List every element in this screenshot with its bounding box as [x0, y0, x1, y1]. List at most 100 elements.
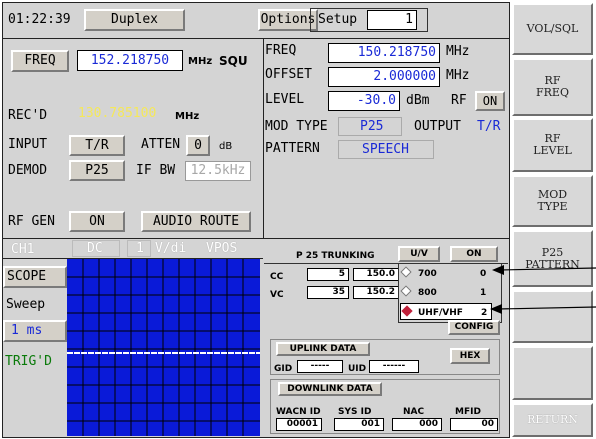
offset-unit: MHz: [446, 68, 470, 83]
offset-field[interactable]: 2.000000: [328, 67, 440, 87]
sysid-field[interactable]: 001: [334, 418, 384, 431]
softkey-label-line2: PATTERN: [525, 257, 580, 271]
mfid-field[interactable]: 00: [450, 418, 498, 431]
header-bar: [3, 3, 509, 39]
scope-vdiv-unit: V/di: [155, 241, 187, 256]
level-unit: dBm: [406, 93, 430, 108]
cc-channel-field[interactable]: 5: [307, 268, 349, 281]
scope-coupling: DC: [87, 241, 103, 256]
band-option-uhfvhf[interactable]: UHF/VHF 2: [400, 303, 492, 320]
atten-button[interactable]: 0: [186, 135, 210, 156]
softkey-blank-2[interactable]: [512, 346, 593, 400]
nac-label: NAC: [403, 407, 425, 417]
softkey-label-line2: TYPE: [537, 200, 568, 213]
input-button[interactable]: T/R: [69, 135, 125, 156]
gen-freq-label: FREQ: [265, 43, 297, 58]
radio-unselected-icon: [400, 285, 412, 297]
rf-label: RF: [451, 93, 467, 108]
band-option-label: 700: [418, 269, 437, 279]
softkey-blank-1[interactable]: [512, 290, 593, 343]
scope-channel[interactable]: CH1: [11, 243, 34, 257]
squelch-label: SQU: [219, 54, 248, 68]
wacn-label: WACN ID: [276, 407, 321, 417]
softkey-label-line2: FREQ: [536, 86, 569, 99]
pattern-value: SPEECH: [362, 142, 409, 157]
radio-selected-icon: [401, 305, 413, 317]
duplex-tab[interactable]: Duplex: [84, 9, 185, 31]
wacn-field[interactable]: 00001: [276, 418, 322, 431]
recd-label: REC'D: [8, 108, 48, 123]
scope-vdiv-value: 1: [136, 241, 144, 256]
recd-value: 130.785100: [78, 106, 157, 121]
softkey-return[interactable]: RETURN: [512, 403, 593, 437]
ifbw-field[interactable]: 12.5kHz: [185, 161, 251, 181]
scope-vpos[interactable]: VPOS: [206, 242, 237, 256]
sweep-button[interactable]: 1 ms: [3, 320, 67, 342]
vc-channel-field[interactable]: 35: [307, 286, 349, 299]
band-option-label: UHF/VHF: [418, 308, 463, 318]
trig-status: TRIG'D: [5, 354, 52, 369]
receiver-freq-field[interactable]: 152.218750: [77, 50, 183, 71]
mfid-label: MFID: [455, 407, 481, 417]
receiver-freq-unit: MHz: [188, 56, 213, 67]
softkey-label: RETURN: [527, 413, 578, 426]
scope-display: [67, 259, 260, 436]
sysid-label: SYS ID: [338, 407, 372, 417]
rfgen-label: RF GEN: [8, 214, 55, 229]
atten-unit: dB: [219, 141, 233, 152]
softkey-label-line2: LEVEL: [533, 144, 572, 157]
softkey-mod-type[interactable]: MOD TYPE: [512, 175, 593, 227]
gid-label: GID: [274, 364, 293, 374]
softkey-rf-level[interactable]: RF LEVEL: [512, 118, 593, 172]
level-label: LEVEL: [265, 92, 305, 107]
freq-button[interactable]: FREQ: [11, 50, 69, 72]
gen-freq-field[interactable]: 150.218750: [328, 43, 440, 63]
scope-grid: [67, 259, 260, 436]
softkey-p25-pattern[interactable]: P25 PATTERN: [512, 230, 593, 287]
softkey-label-line1: P25: [541, 245, 564, 259]
band-button[interactable]: U/V: [398, 246, 440, 262]
panel-divider-vertical: [263, 39, 264, 238]
softkey-vol-sql[interactable]: VOL/SQL: [512, 3, 593, 55]
setup-field[interactable]: 1: [367, 10, 417, 30]
modtype-value: P25: [360, 119, 384, 134]
ifbw-label: IF BW: [136, 163, 176, 178]
uplink-title: UPLINK DATA: [276, 342, 370, 356]
atten-label: ATTEN: [141, 137, 181, 152]
radio-unselected-icon: [400, 266, 412, 278]
nac-field[interactable]: 000: [392, 418, 442, 431]
band-option-800[interactable]: 800 1: [400, 284, 500, 301]
rfgen-button[interactable]: ON: [69, 211, 125, 232]
uid-field[interactable]: ------: [369, 360, 419, 373]
cc-freq-field[interactable]: 150.0: [353, 268, 399, 281]
softkey-rf-freq[interactable]: RF FREQ: [512, 58, 593, 116]
audio-route-button[interactable]: AUDIO ROUTE: [141, 211, 251, 232]
config-button[interactable]: CONFIG: [448, 320, 500, 335]
input-label: INPUT: [8, 137, 48, 152]
options-menu[interactable]: Options: [258, 9, 318, 31]
band-option-index: 1: [480, 288, 487, 298]
band-option-700[interactable]: 700 0: [400, 265, 500, 282]
sweep-label: Sweep: [6, 297, 46, 312]
cc-label: CC: [270, 272, 284, 282]
rf-on-button[interactable]: ON: [475, 91, 505, 111]
trunking-title: P 25 TRUNKING: [296, 251, 375, 261]
gid-field[interactable]: -----: [297, 360, 343, 373]
downlink-title: DOWNLINK DATA: [278, 382, 382, 396]
softkey-label: VOL/SQL: [526, 22, 579, 35]
demod-button[interactable]: P25: [69, 160, 125, 181]
gen-freq-unit: MHz: [446, 44, 470, 59]
vc-label: VC: [270, 290, 284, 300]
trunking-on-button[interactable]: ON: [450, 246, 498, 262]
hex-button[interactable]: HEX: [450, 348, 490, 364]
vc-freq-field[interactable]: 150.2: [353, 286, 399, 299]
output-value[interactable]: T/R: [477, 120, 500, 134]
offset-label: OFFSET: [265, 67, 312, 82]
modtype-label: MOD TYPE: [265, 119, 328, 134]
setup-label: Setup: [318, 12, 358, 27]
level-field[interactable]: -30.0: [328, 91, 400, 111]
band-option-label: 800: [418, 288, 437, 298]
scope-button[interactable]: SCOPE: [3, 266, 67, 288]
recd-unit: MHz: [175, 111, 200, 122]
time-display: 01:22:39: [8, 12, 71, 27]
